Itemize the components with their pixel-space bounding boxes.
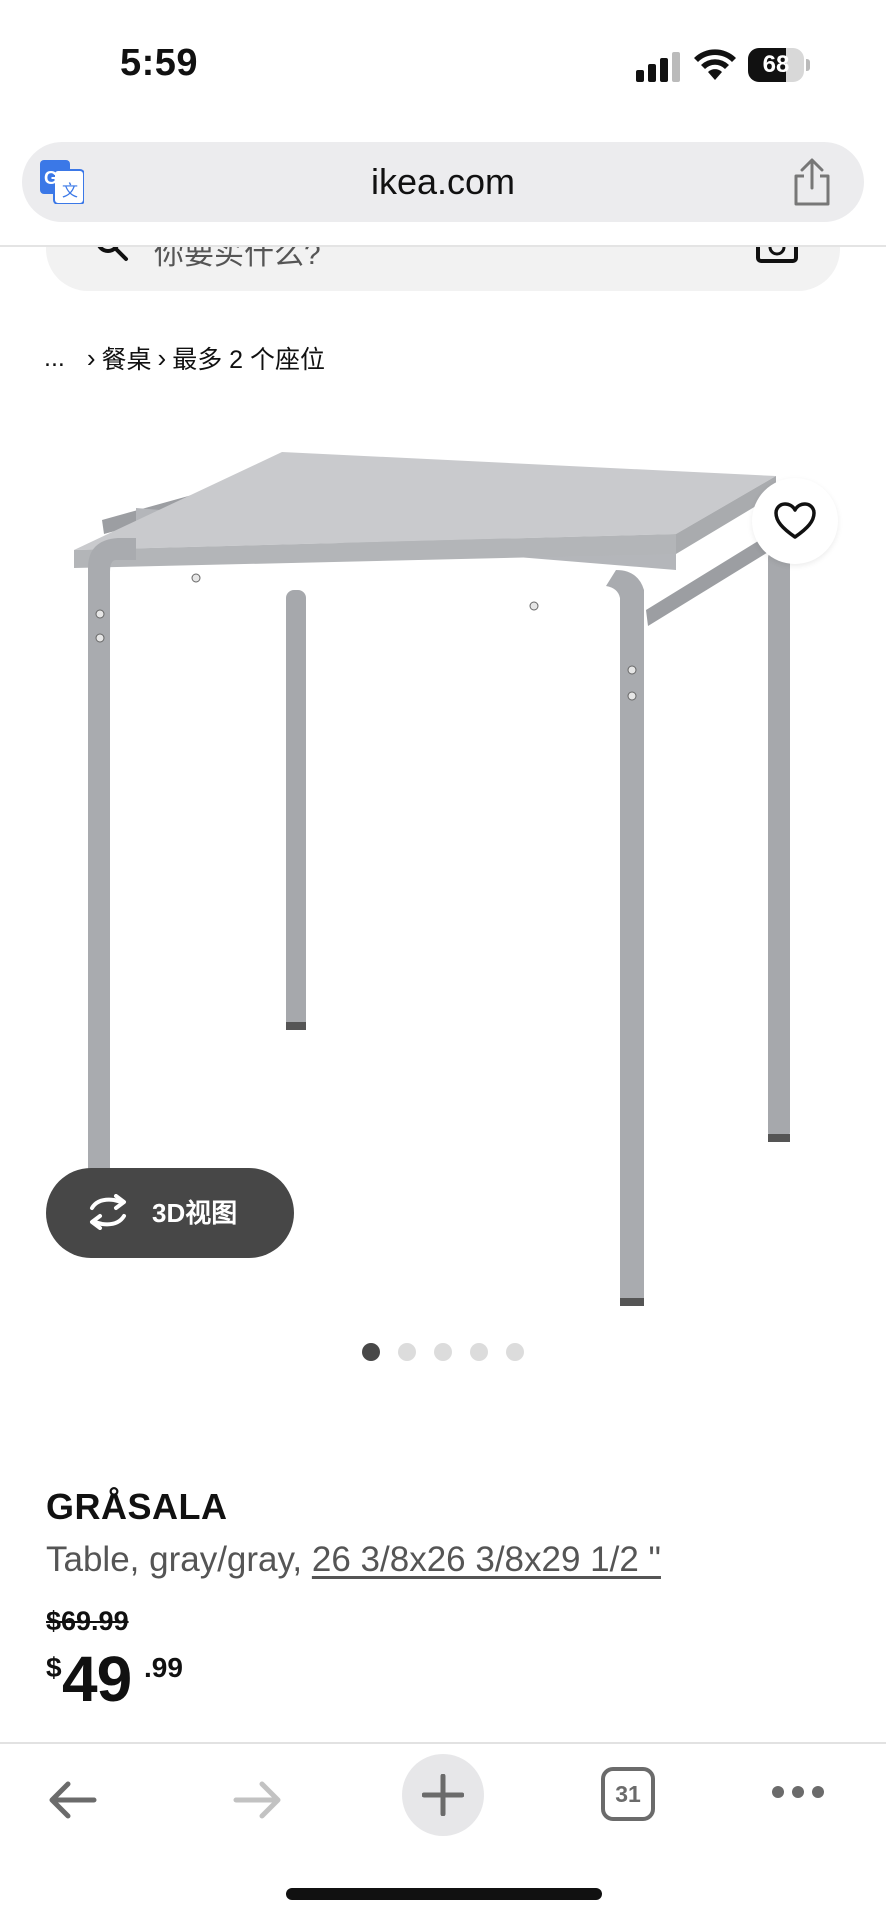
breadcrumb: ... › 餐桌 › 最多 2 个座位 xyxy=(44,340,325,376)
plus-icon xyxy=(422,1774,464,1816)
search-icon xyxy=(97,247,128,261)
view-3d-button[interactable]: 3D视图 xyxy=(46,1168,294,1258)
price-currency: $ xyxy=(46,1652,62,1683)
price-integer: 49 xyxy=(62,1643,132,1715)
pagination-dot[interactable] xyxy=(434,1343,452,1361)
favorite-button[interactable] xyxy=(752,478,838,564)
breadcrumb-item-seats[interactable]: 最多 2 个座位 xyxy=(172,340,325,376)
share-icon[interactable] xyxy=(790,158,834,206)
chevron-right-icon: › xyxy=(86,342,96,373)
battery-indicator: 68 xyxy=(748,48,810,82)
tabs-button[interactable]: 31 xyxy=(601,1767,655,1821)
url-text[interactable]: ikea.com xyxy=(22,142,864,222)
product-name: GRÅSALA xyxy=(46,1486,228,1527)
pagination-dot[interactable] xyxy=(506,1343,524,1361)
new-tab-button[interactable] xyxy=(402,1754,484,1836)
battery-level: 68 xyxy=(762,51,790,78)
search-area: 你要买什么? xyxy=(0,247,886,297)
address-bar[interactable]: G 文 ikea.com xyxy=(22,142,864,222)
home-indicator[interactable] xyxy=(286,1888,602,1900)
tab-count: 31 xyxy=(615,1781,641,1807)
view-3d-label: 3D视图 xyxy=(152,1198,238,1228)
breadcrumb-item-dining-tables[interactable]: 餐桌 xyxy=(102,340,152,376)
price-decimal: .99 xyxy=(144,1652,183,1683)
toolbar-divider xyxy=(0,1742,886,1744)
more-icon[interactable] xyxy=(770,1782,826,1802)
back-arrow-icon[interactable] xyxy=(44,1772,100,1828)
pagination-dot[interactable] xyxy=(470,1343,488,1361)
status-bar: 5:59 68 xyxy=(0,0,886,130)
original-price: $69.99 xyxy=(46,1606,129,1636)
wifi-icon xyxy=(694,49,736,80)
chevron-right-icon: › xyxy=(157,342,167,373)
product-type: Table, gray/gray, xyxy=(46,1540,303,1579)
product-dimensions-link[interactable]: 26 3/8x26 3/8x29 1/2 " xyxy=(312,1540,661,1579)
product-description: Table, gray/gray, 26 3/8x26 3/8x29 1/2 " xyxy=(46,1540,661,1580)
search-placeholder: 你要买什么? xyxy=(154,247,321,271)
pagination-dot[interactable] xyxy=(362,1343,380,1361)
status-time: 5:59 xyxy=(120,42,199,84)
camera-icon[interactable] xyxy=(756,247,798,263)
image-pagination xyxy=(362,1343,524,1363)
rotate-3d-icon xyxy=(90,1194,126,1230)
pagination-dot[interactable] xyxy=(398,1343,416,1361)
search-input[interactable]: 你要买什么? xyxy=(46,247,840,291)
forward-arrow-icon[interactable] xyxy=(230,1772,286,1828)
breadcrumb-ellipsis[interactable]: ... xyxy=(44,344,65,373)
cellular-signal-icon xyxy=(636,52,680,82)
heart-icon xyxy=(774,502,816,539)
